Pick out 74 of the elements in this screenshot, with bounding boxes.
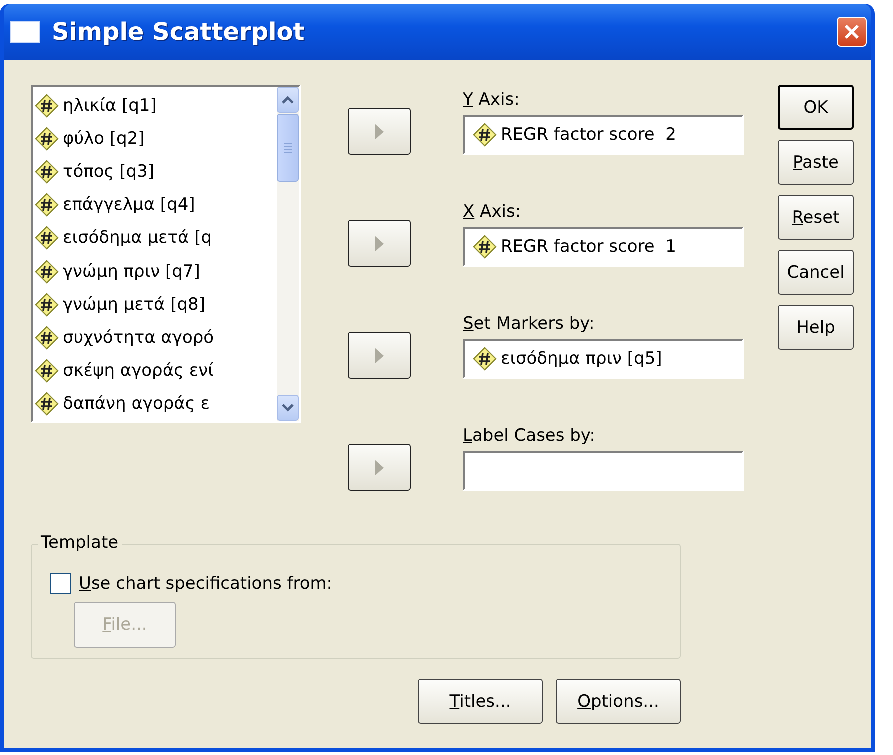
scroll-up-button[interactable] bbox=[277, 87, 299, 113]
variable-label: REGR factor score 2 bbox=[501, 125, 676, 145]
dialog-button[interactable]: Help bbox=[778, 305, 854, 350]
window-icon bbox=[10, 21, 40, 43]
right-triangle-icon bbox=[375, 348, 384, 364]
variable-label: συχνότητα αγορό bbox=[63, 328, 214, 348]
numeric-variable-icon bbox=[35, 260, 59, 284]
variable-label: REGR factor score 1 bbox=[501, 237, 676, 257]
variable-label: δαπάνη αγοράς ε bbox=[63, 394, 210, 414]
variable-item[interactable]: σκέψη αγοράς ενί bbox=[35, 354, 277, 388]
variable-label: ηλικία [q1] bbox=[63, 96, 157, 116]
variable-label: γνώμη μετά [q8] bbox=[63, 294, 206, 315]
field-label: Set Markers by: bbox=[463, 314, 596, 336]
dialog-button[interactable]: Titles... bbox=[418, 679, 543, 724]
target-field[interactable] bbox=[463, 451, 744, 491]
variable-item[interactable]: γνώμη μετά [q8] bbox=[35, 288, 277, 322]
field-label: Label Cases by: bbox=[463, 426, 596, 448]
numeric-variable-icon bbox=[473, 123, 497, 147]
numeric-variable-icon bbox=[35, 193, 59, 218]
variable-label: φύλο [q2] bbox=[63, 128, 145, 149]
right-triangle-icon bbox=[375, 460, 384, 476]
numeric-variable-icon bbox=[35, 226, 59, 250]
variable-item[interactable]: ηλικία [q1] bbox=[35, 89, 277, 122]
checkbox-label: Use chart specifications from: bbox=[79, 574, 333, 594]
numeric-variable-icon bbox=[35, 292, 59, 317]
target-field[interactable]: REGR factor score 2 bbox=[463, 115, 744, 155]
numeric-variable-icon bbox=[35, 392, 59, 416]
group-title: Template bbox=[38, 533, 122, 553]
checkbox[interactable] bbox=[50, 573, 71, 594]
variable-item[interactable]: επάγγελμα [q4] bbox=[35, 188, 277, 222]
dialog-button[interactable]: Paste bbox=[778, 140, 854, 185]
variable-label: εισόδημα πριν [q5] bbox=[501, 349, 662, 369]
move-button[interactable] bbox=[348, 332, 411, 379]
variable-item[interactable]: δαπάνη αγοράς ε bbox=[35, 388, 277, 421]
variable-label: επάγγελμα [q4] bbox=[63, 195, 196, 216]
variable-item[interactable]: φύλο [q2] bbox=[35, 122, 277, 156]
variable-label: σκέψη αγοράς ενί bbox=[63, 361, 214, 382]
down-caret-icon bbox=[282, 404, 294, 412]
field-label: X Axis: bbox=[463, 202, 522, 224]
variable-label: τόπος [q3] bbox=[63, 162, 155, 182]
move-button[interactable] bbox=[348, 220, 411, 267]
close-button[interactable] bbox=[837, 17, 867, 47]
numeric-variable-icon bbox=[35, 126, 59, 151]
numeric-variable-icon bbox=[35, 160, 59, 184]
dialog-button[interactable]: Options... bbox=[556, 679, 681, 724]
numeric-variable-icon bbox=[35, 326, 59, 350]
numeric-variable-icon bbox=[35, 94, 59, 118]
variable-label: εισόδημα μετά [q bbox=[63, 228, 212, 248]
grip-icon bbox=[284, 143, 292, 153]
target-field[interactable]: REGR factor score 1 bbox=[463, 227, 744, 267]
variable-label: γνώμη πριν [q7] bbox=[63, 262, 200, 282]
right-triangle-icon bbox=[375, 236, 384, 252]
up-caret-icon bbox=[282, 96, 294, 104]
close-icon bbox=[843, 23, 861, 41]
window-title: Simple Scatterplot bbox=[52, 18, 306, 46]
target-field[interactable]: εισόδημα πριν [q5] bbox=[463, 339, 744, 379]
move-button[interactable] bbox=[348, 444, 411, 491]
variable-list[interactable]: ηλικία [q1] φύλο [q2] τόπος [q3] επάγγελμα [q4] εισόδημα μετά [q γνώμη πριν [q7] γνώμη μετά [q8] συχνότητα αγορό σκέψη αγοράς ενί δαπάνη αγοράς ε bbox=[31, 85, 301, 423]
numeric-variable-icon bbox=[473, 235, 497, 259]
dialog-button[interactable]: OK bbox=[778, 85, 854, 130]
variable-item[interactable]: γνώμη πριν [q7] bbox=[35, 255, 277, 288]
dialog-button[interactable]: Cancel bbox=[778, 250, 854, 295]
scroll-thumb[interactable] bbox=[277, 114, 299, 182]
variable-item[interactable]: εισόδημα μετά [q bbox=[35, 222, 277, 256]
numeric-variable-icon bbox=[473, 347, 497, 371]
dialog-button[interactable]: Reset bbox=[778, 195, 854, 240]
field-label: Y Axis: bbox=[463, 90, 521, 112]
variable-item[interactable]: τόπος [q3] bbox=[35, 155, 277, 189]
variable-item[interactable]: συχνότητα αγορό bbox=[35, 321, 277, 355]
move-button[interactable] bbox=[348, 108, 411, 155]
numeric-variable-icon bbox=[35, 359, 59, 384]
right-triangle-icon bbox=[375, 124, 384, 140]
scroll-down-button[interactable] bbox=[277, 395, 299, 421]
scrollbar[interactable] bbox=[277, 87, 299, 421]
